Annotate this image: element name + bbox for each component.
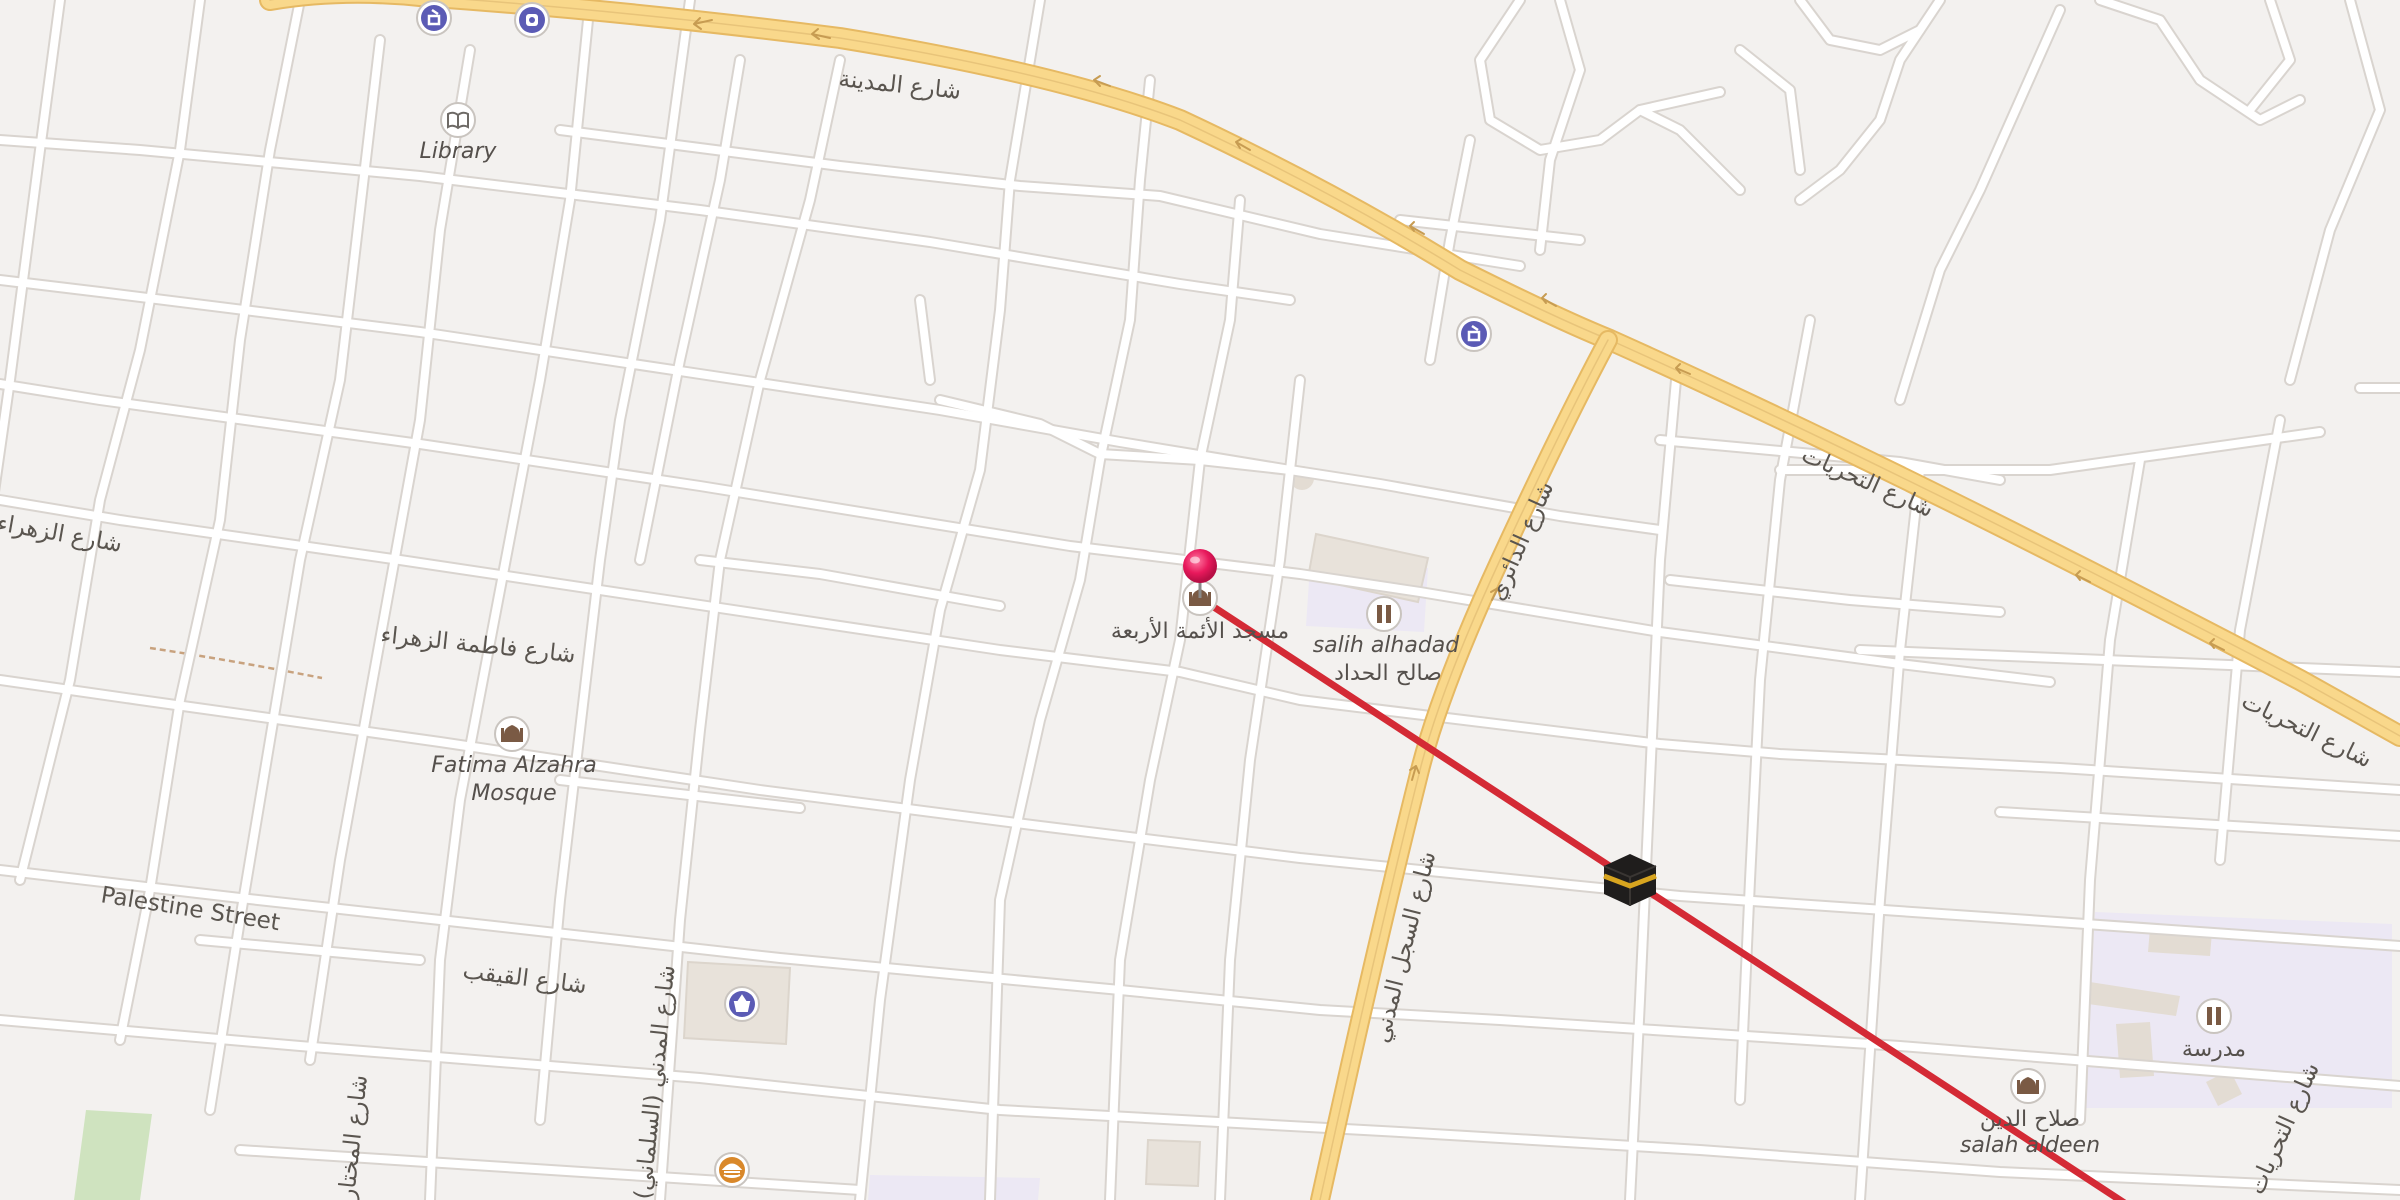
mosque-icon[interactable] — [494, 716, 530, 752]
pharmacy-icon[interactable] — [1456, 316, 1492, 352]
map-svg[interactable]: شارع المدينة شارع التحريات شارع التحريات… — [0, 0, 2400, 1200]
poi-label-salih-alhadad-en: salih alhadad — [1313, 633, 1461, 658]
poi-label-school: مدرسة — [2182, 1037, 2246, 1062]
building — [1144, 1138, 1202, 1188]
park-area — [74, 1110, 152, 1200]
map-canvas[interactable]: شارع المدينة شارع التحريات شارع التحريات… — [0, 0, 2400, 1200]
poi-label-salih-alhadad-ar: صالح الحداد — [1334, 661, 1442, 686]
dentist-icon[interactable] — [514, 2, 550, 38]
poi-label-fatima-mosque-1: Fatima Alzahra — [431, 753, 596, 778]
poi-label-four-imams-mosque: مسجد الأئمة الأربعة — [1111, 617, 1289, 644]
mosque-icon[interactable] — [2010, 1068, 2046, 1104]
library-icon[interactable] — [440, 102, 476, 138]
poi-label-fatima-mosque-2: Mosque — [471, 781, 556, 806]
campus-area-bottom — [868, 1175, 1040, 1200]
poi-label-library: Library — [420, 139, 498, 164]
poi-label-salah-aldeen-en: salah aldeen — [1960, 1133, 2100, 1158]
poi-label-salah-aldeen-ar: صلاح الدين — [1980, 1107, 2080, 1132]
school-icon[interactable] — [1366, 596, 1402, 632]
school-icon[interactable] — [2196, 998, 2232, 1034]
shop-icon[interactable] — [724, 986, 760, 1022]
fast-food-icon[interactable] — [714, 1152, 750, 1188]
pharmacy-icon[interactable] — [416, 0, 452, 36]
